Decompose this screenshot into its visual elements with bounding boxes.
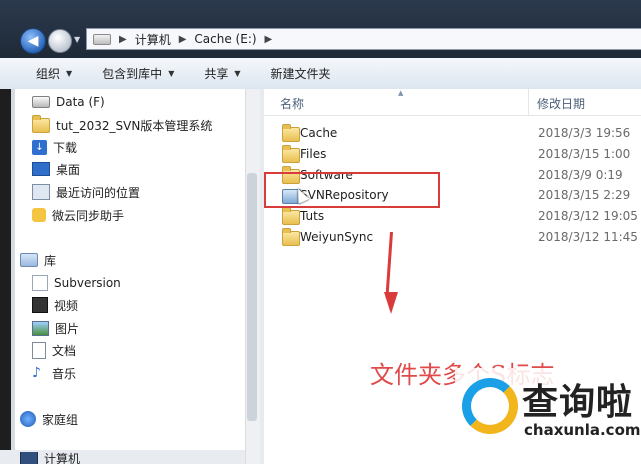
- address-bar[interactable]: ▶ 计算机 ▶ Cache (E:) ▶: [86, 28, 641, 50]
- drive-icon: [32, 96, 50, 108]
- nav-item-desktop[interactable]: 桌面: [32, 160, 80, 178]
- breadcrumb-drive[interactable]: Cache (E:): [194, 32, 256, 46]
- nav-item-label: 家庭组: [42, 412, 79, 427]
- nav-item-label: 库: [44, 253, 57, 268]
- breadcrumb-separator-icon[interactable]: ▶: [119, 34, 127, 45]
- nav-item-label: 文档: [52, 343, 77, 358]
- annotation-arrowhead-icon: [384, 292, 398, 314]
- chevron-down-icon: ▼: [168, 69, 175, 78]
- command-toolbar: 组织 ▼ 包含到库中 ▼ 共享 ▼ 新建文件夹: [0, 58, 641, 90]
- homegroup-icon: [20, 411, 36, 427]
- nav-item-documents[interactable]: 文档: [32, 341, 76, 359]
- nav-item-label: 音乐: [52, 366, 77, 381]
- share-button[interactable]: 共享 ▼: [204, 65, 240, 82]
- nav-item-tut-folder[interactable]: tut_2032_SVN版本管理系统: [32, 114, 213, 134]
- file-row-weiyunsync[interactable]: WeiyunSync 2018/3/12 11:45: [280, 227, 641, 247]
- nav-item-label: 图片: [55, 321, 80, 336]
- recent-icon: [32, 184, 50, 200]
- sort-ascending-icon: ▲: [398, 89, 404, 97]
- file-row-cache[interactable]: Cache 2018/3/3 19:56: [280, 123, 641, 143]
- file-date: 2018/3/9 0:19: [538, 168, 623, 182]
- nav-item-label: 微云同步助手: [52, 208, 125, 223]
- back-button[interactable]: ◀: [20, 28, 46, 54]
- column-header-date[interactable]: 修改日期: [537, 95, 585, 112]
- file-name: Tuts: [300, 209, 325, 223]
- nav-item-computer[interactable]: 计算机: [20, 452, 80, 464]
- nav-item-label: 桌面: [56, 162, 81, 177]
- nav-scrollbar-thumb[interactable]: [247, 173, 257, 421]
- folder-icon: [282, 145, 300, 163]
- new-folder-button[interactable]: 新建文件夹: [271, 65, 331, 82]
- music-icon: ♪: [32, 365, 41, 381]
- file-date: 2018/3/15 2:29: [538, 188, 631, 202]
- nav-item-data-drive[interactable]: Data (F): [32, 93, 105, 111]
- forward-button[interactable]: [48, 29, 72, 53]
- picture-icon: [32, 320, 49, 336]
- breadcrumb-computer[interactable]: 计算机: [135, 31, 171, 48]
- chevron-down-icon: ▼: [66, 69, 73, 78]
- computer-icon: [20, 452, 38, 464]
- nav-item-label: 最近访问的位置: [56, 185, 141, 200]
- organize-label: 组织: [36, 67, 61, 81]
- file-date: 2018/3/12 19:05: [538, 209, 638, 223]
- breadcrumb-separator-icon[interactable]: ▶: [265, 34, 273, 45]
- nav-item-recent[interactable]: 最近访问的位置: [32, 183, 140, 201]
- desktop-icon: [32, 162, 50, 176]
- new-folder-label: 新建文件夹: [270, 67, 331, 81]
- nav-item-weiyun[interactable]: 微云同步助手: [32, 206, 124, 224]
- column-header-row: ▲ 名称 修改日期: [264, 89, 641, 116]
- file-name: WeiyunSync: [300, 230, 374, 244]
- file-row-tuts[interactable]: Tuts 2018/3/12 19:05: [280, 206, 641, 226]
- nav-item-downloads[interactable]: ↓ 下载: [32, 138, 77, 156]
- nav-item-music[interactable]: ♪ 音乐: [32, 364, 76, 382]
- watermark-url: chaxunla.com: [524, 421, 641, 439]
- nav-item-videos[interactable]: 视频: [32, 296, 78, 314]
- file-name: Files: [300, 147, 327, 161]
- include-in-library-button[interactable]: 包含到库中 ▼: [102, 65, 174, 82]
- nav-item-label: 下载: [53, 140, 78, 155]
- nav-item-label: 计算机: [44, 452, 81, 464]
- nav-item-libraries[interactable]: 库: [20, 251, 56, 269]
- include-in-library-label: 包含到库中: [102, 67, 163, 81]
- download-icon: ↓: [32, 139, 47, 155]
- nav-item-label: 视频: [54, 298, 79, 313]
- nav-item-subversion[interactable]: Subversion: [32, 274, 121, 292]
- document-icon: [32, 341, 46, 359]
- file-row-files[interactable]: Files 2018/3/15 1:00: [280, 144, 641, 164]
- watermark-title: 查询啦: [522, 382, 634, 423]
- file-date: 2018/3/3 19:56: [538, 126, 631, 140]
- folder-icon: [282, 124, 300, 142]
- library-icon: [20, 253, 38, 267]
- folder-icon: [32, 114, 50, 133]
- file-name: Cache: [300, 126, 338, 140]
- share-label: 共享: [204, 67, 229, 81]
- nav-item-homegroup[interactable]: 家庭组: [20, 410, 78, 428]
- column-header-name[interactable]: 名称: [280, 95, 304, 112]
- file-date: 2018/3/12 11:45: [538, 230, 638, 244]
- svn-library-icon: [32, 275, 48, 291]
- watermark-logo-icon: [462, 378, 518, 434]
- recent-pages-dropdown-icon[interactable]: ▼: [74, 35, 80, 44]
- window-left-edge: [0, 89, 11, 464]
- organize-button[interactable]: 组织 ▼: [36, 65, 72, 82]
- nav-item-pictures[interactable]: 图片: [32, 319, 79, 337]
- folder-icon: [282, 228, 300, 246]
- file-date: 2018/3/15 1:00: [538, 147, 631, 161]
- cloud-icon: [32, 208, 46, 222]
- folder-icon: [282, 207, 300, 225]
- column-divider[interactable]: [528, 89, 529, 115]
- nav-item-label: Data (F): [56, 95, 105, 109]
- annotation-highlight-box: [264, 172, 440, 208]
- nav-item-label: tut_2032_SVN版本管理系统: [56, 118, 213, 133]
- video-icon: [32, 297, 48, 313]
- computer-location-icon: [93, 33, 111, 45]
- nav-item-label: Subversion: [54, 276, 121, 290]
- chevron-down-icon: ▼: [234, 69, 241, 78]
- breadcrumb-separator-icon[interactable]: ▶: [179, 34, 187, 45]
